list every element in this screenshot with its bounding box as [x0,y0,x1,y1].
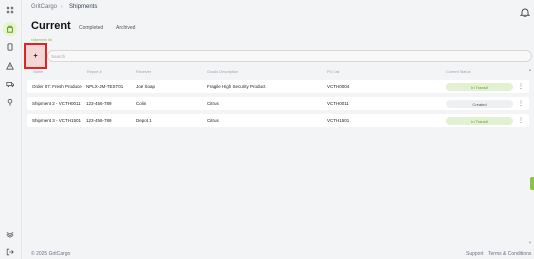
top-bar: GritCargo › Shipments [22,0,534,17]
column-header-status[interactable]: Current Status [446,70,470,74]
tab-completed[interactable]: Completed [79,25,103,31]
search-input[interactable]: Search [47,50,532,62]
column-header-receiver[interactable]: Receiver [136,70,151,74]
cell-name: Shipment 2 - VCTH0011 [32,101,81,106]
breadcrumb-separator: › [61,4,63,10]
bell-icon[interactable] [520,7,530,17]
devices-icon[interactable] [3,40,17,54]
cell-goods: Citrus [207,101,219,106]
cell-report: 123-456-789 [86,101,112,106]
alerts-icon[interactable] [3,59,17,73]
location-icon[interactable] [3,95,17,109]
footer-copyright: © 2025 GritCargo [31,251,71,257]
cell-receiver: Colin [136,101,147,106]
cell-name: Order 07: Fresh Produce [32,84,82,89]
kebab-icon[interactable]: ⋮ [518,117,524,124]
cell-report: 123-456-789 [86,118,112,123]
add-shipment-button[interactable]: + [24,43,47,69]
search-placeholder: Search [51,54,66,59]
terms-link[interactable]: Terms & Conditions [488,251,531,257]
sidebar [0,0,22,259]
table-row[interactable]: Shipment 3 - VCTH1501 123-456-789 Depot … [27,114,529,127]
cell-report: NPLX-JM-TEST01 [86,84,124,89]
table-row[interactable]: Order 07: Fresh Produce NPLX-JM-TEST01 J… [27,80,529,93]
cell-goods: Citrus [207,118,219,123]
logout-icon[interactable] [3,245,17,259]
kebab-icon[interactable]: ⋮ [518,83,524,90]
cell-name: Shipment 3 - VCTH1501 [32,118,82,123]
breadcrumb-current: Shipments [69,4,98,10]
support-link[interactable]: Support [466,251,484,257]
cell-receiver: Depot 1 [136,118,152,123]
column-header-name[interactable]: Name [33,70,43,74]
cell-receiver: Joe Soap [136,84,156,89]
status-badge: In Transit [446,83,513,91]
scroll-down-icon[interactable]: ▼ [528,240,532,245]
scroll-up-icon[interactable]: ▲ [528,67,532,72]
breadcrumb-home[interactable]: GritCargo [31,4,57,10]
status-badge: Created [446,100,513,108]
dashboard-icon[interactable] [3,3,17,17]
cell-po: VCTH0011 [327,101,349,106]
help-tab[interactable] [530,177,534,190]
status-badge: In Transit [446,117,513,125]
trucks-icon[interactable] [3,77,17,91]
cell-po: VCTH1501 [327,118,350,123]
column-header-po-list[interactable]: PO List [327,70,339,74]
page-title: Current [31,20,71,32]
column-header-goods[interactable]: Goods Description [207,70,238,74]
tab-archived[interactable]: Archived [116,25,135,31]
integrations-icon[interactable] [3,227,17,241]
cell-goods: Fragile High Security Product [207,84,266,89]
column-header-report[interactable]: Report # [87,70,102,74]
kebab-icon[interactable]: ⋮ [518,100,524,107]
cell-po: VCTH0004 [327,84,350,89]
shipments-icon[interactable] [3,22,17,36]
table-row[interactable]: Shipment 2 - VCTH0011 123-456-789 Colin … [27,97,529,110]
page-subtitle: shipments list [31,38,53,42]
